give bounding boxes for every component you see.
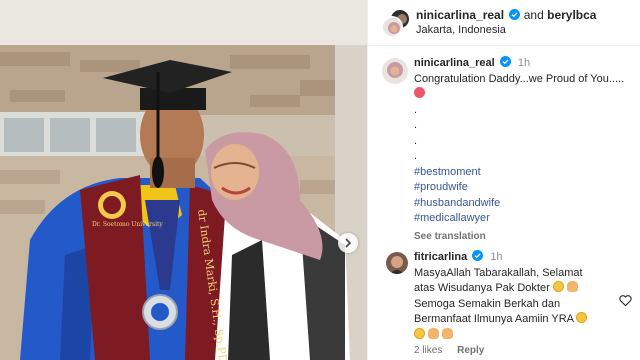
heart-icon[interactable] [619,294,632,307]
comment-line: atas Wisudanya Pak Dokter [414,282,550,294]
love-emoji-icon [414,87,640,103]
caption-time: 1h [517,57,531,69]
comment-line: MasyaAllah Tabarakallah, Selamat [414,266,583,279]
post-header: ninicarlina_real and berylbca Jakarta, I… [368,0,640,46]
caption-avatar[interactable] [382,58,408,84]
hashtag-link[interactable]: #proudwife [414,180,640,196]
smile-emoji-icon [552,281,564,292]
pray-emoji-icon [442,327,454,339]
comment-line: Semoga Semakin Berkah dan [414,297,561,310]
verified-icon [472,250,484,261]
comment-likes[interactable]: 2 likes [414,345,442,356]
verified-icon [509,9,521,20]
hashtag-link[interactable]: #husbandandwife [414,196,640,212]
hashtag-link[interactable]: #bestmoment [414,165,640,181]
avatar-user1 [381,16,403,38]
post-photo: dr Indra Marki, S.H., Sp.PD, F Dr. Soeto… [0,0,367,360]
caption-text: Congratulation Daddy...we Proud of You..… [414,72,625,85]
comment-time: 1h [490,251,503,263]
chevron-right-icon [345,238,352,248]
caption-dot: . [414,119,418,131]
caption-dot: . [414,103,418,116]
pray-emoji-icon [428,327,440,339]
comment-line: Bermanfaat Ilmunya Aamiin YRA [414,313,574,325]
smile-emoji-icon [576,312,588,323]
header-location[interactable]: Jakarta, Indonesia [416,24,506,36]
comment-body: fitricarlina 1h MasyaAllah Tabarakallah,… [414,250,614,343]
header-connector: and [523,8,544,22]
comment-avatar[interactable] [386,252,408,274]
collab-avatars[interactable] [381,8,411,38]
header-user2[interactable]: berylbca [547,8,596,22]
caption-dot: . [414,150,418,162]
post-panel: ninicarlina_real and berylbca Jakarta, I… [367,0,640,360]
caption-dots: . . . . [414,103,640,165]
comment-username[interactable]: fitricarlina [414,251,467,263]
university-text: Dr. Soetomo University [92,221,163,228]
see-translation-link[interactable]: See translation [414,229,640,245]
graduation-photo: dr Indra Marki, S.H., Sp.PD, F Dr. Soeto… [0,0,367,360]
reply-button[interactable]: Reply [457,345,484,356]
verified-icon [499,56,511,67]
comment-meta: 2 likes Reply [414,345,496,356]
caption-dot: . [414,134,418,147]
smile-emoji-icon [414,327,425,339]
caption-body: ninicarlina_real 1h Congratulation Daddy… [414,56,640,244]
caption-username[interactable]: ninicarlina_real [414,57,495,69]
pray-emoji-icon [566,281,578,292]
hashtag-link[interactable]: #medicallawyer [414,211,640,227]
carousel-next-button[interactable] [338,233,358,253]
header-usernames: ninicarlina_real and berylbca [416,8,596,22]
header-user1[interactable]: ninicarlina_real [416,8,504,22]
